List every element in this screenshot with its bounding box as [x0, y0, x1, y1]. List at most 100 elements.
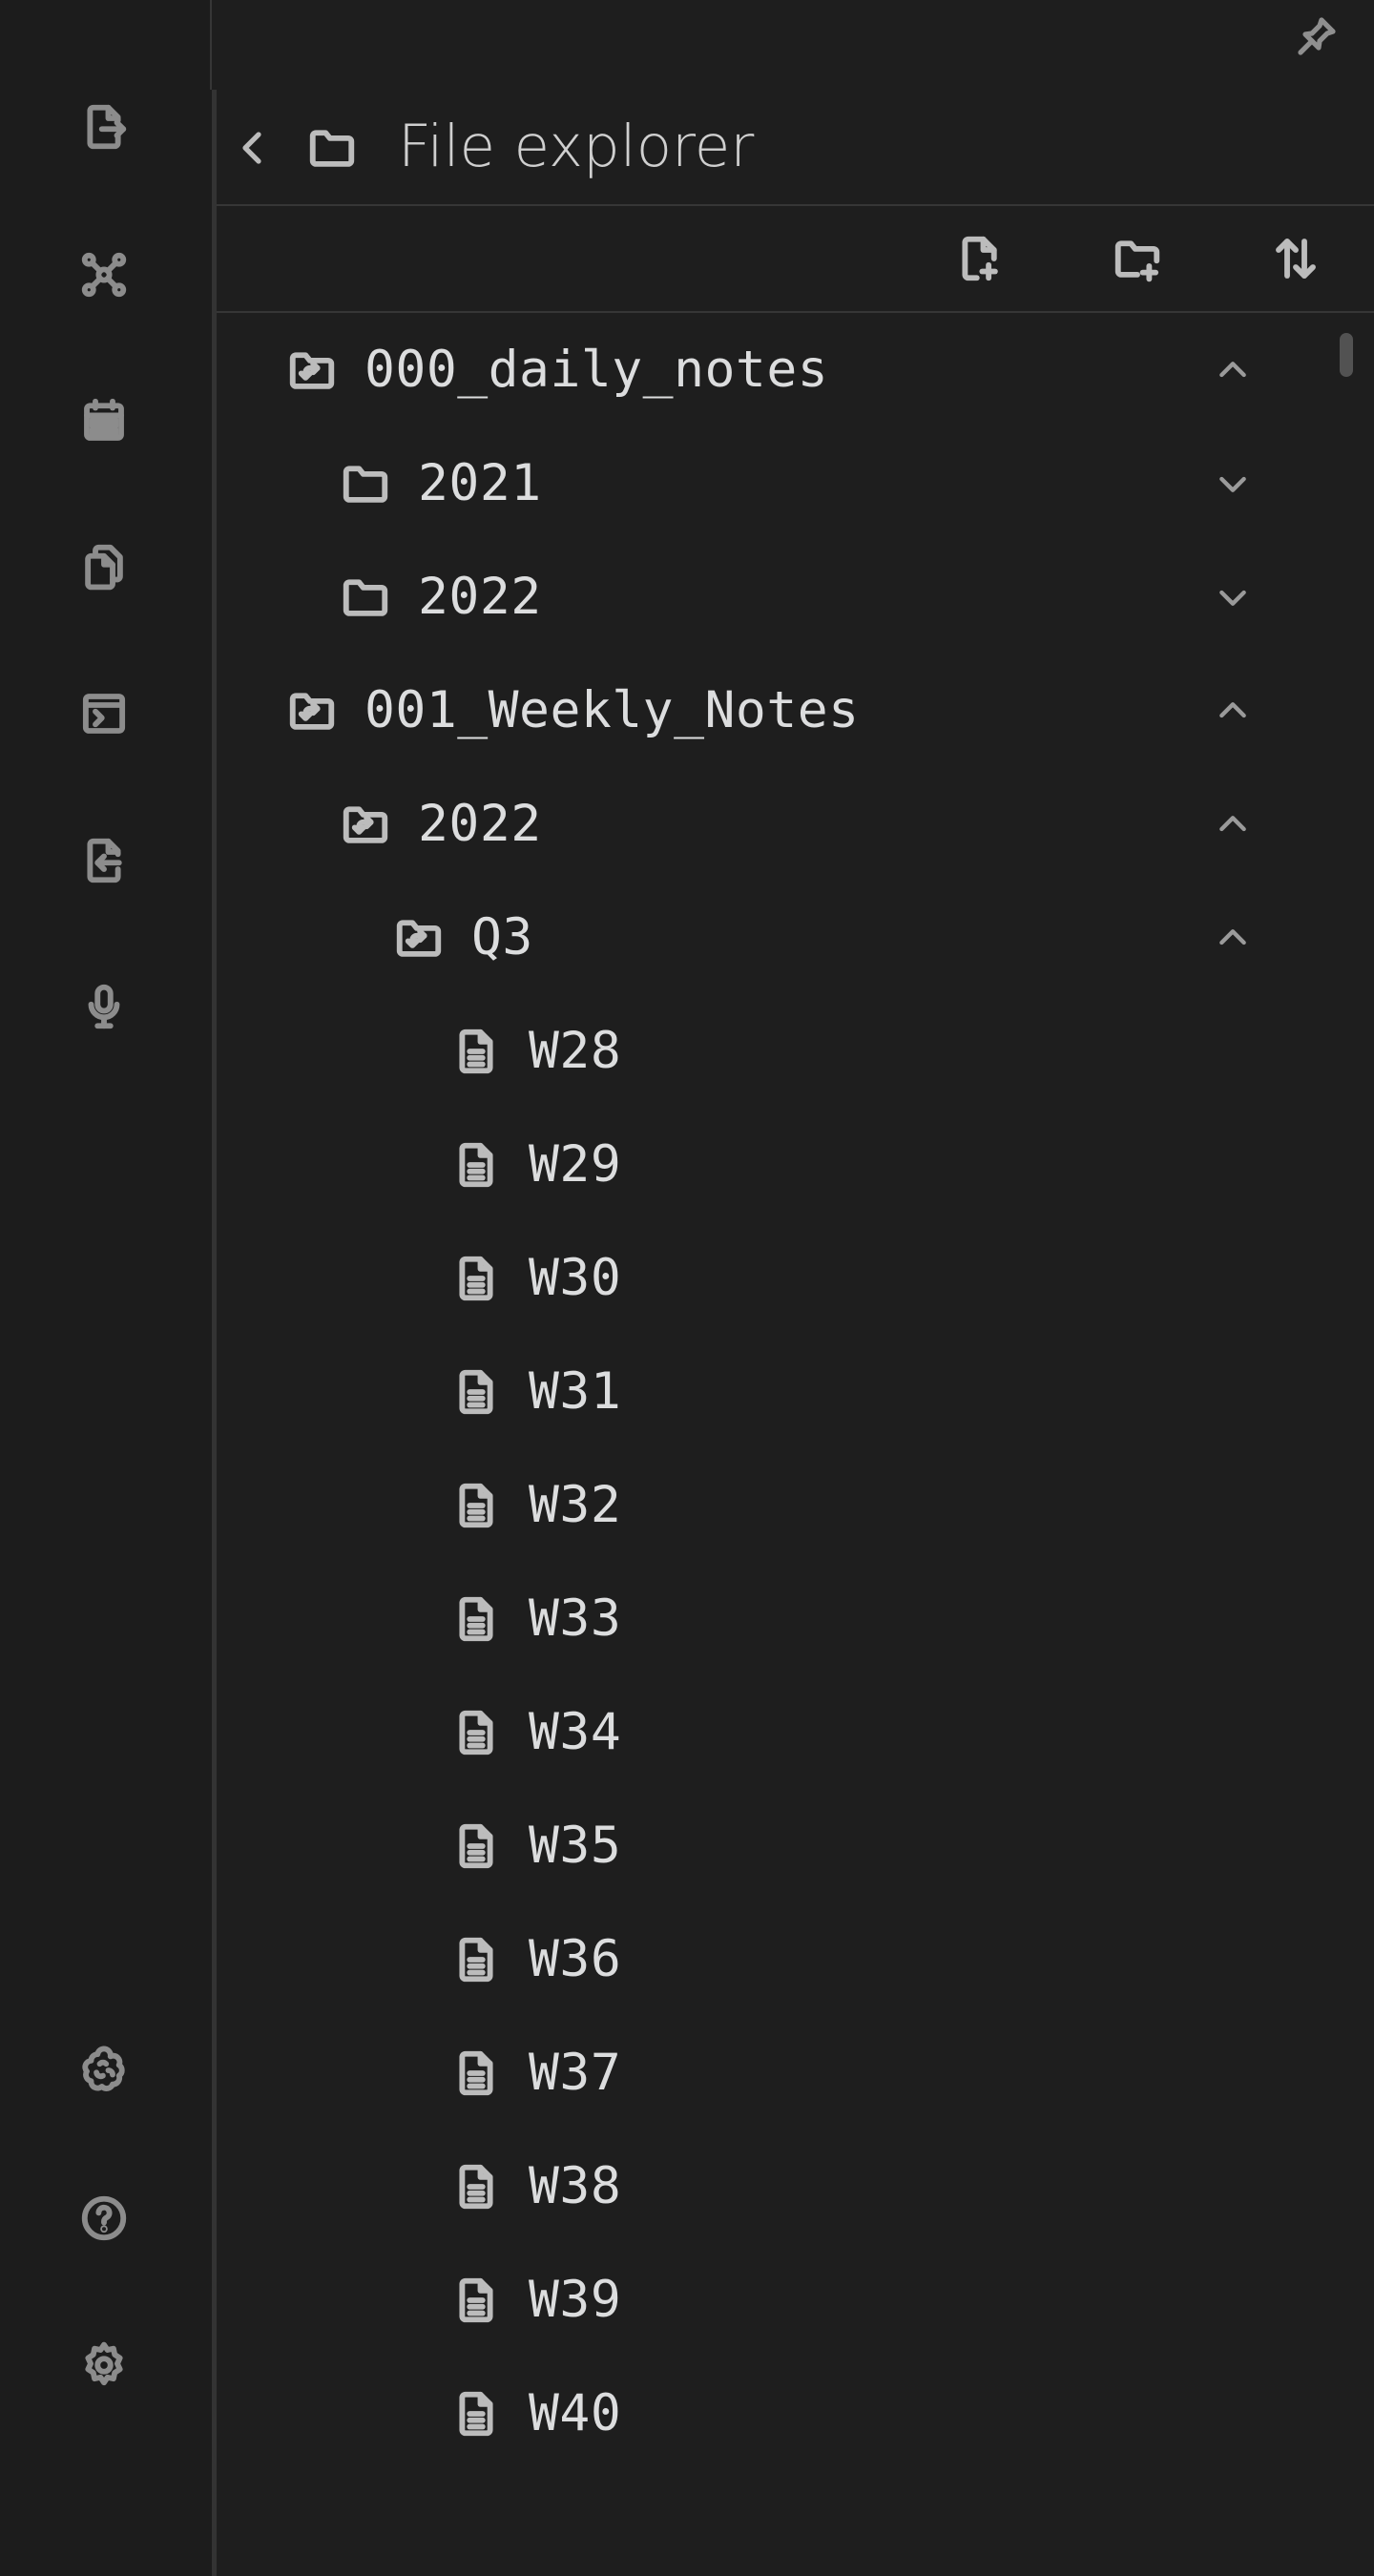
tree-item-label: W29 — [529, 1135, 622, 1194]
chevron-down-icon[interactable] — [1214, 465, 1252, 503]
tree-file-item[interactable]: W31 — [217, 1337, 1343, 1447]
file-icon — [450, 1139, 502, 1191]
file-import-icon — [87, 838, 122, 883]
folder-icon — [301, 116, 364, 179]
tree-file-item[interactable]: W33 — [217, 1564, 1343, 1674]
tree-folder-item[interactable]: Q3 — [217, 883, 1343, 993]
folder-open-icon — [286, 344, 338, 396]
ribbon-templates[interactable] — [73, 535, 135, 598]
tree-item-label: 2022 — [418, 568, 542, 626]
calendar-icon — [84, 398, 124, 441]
ribbon-divider — [210, 0, 212, 90]
tree-item-label: W38 — [529, 2157, 622, 2215]
new-folder-icon — [1114, 240, 1160, 282]
tree-item-label: W39 — [529, 2271, 622, 2329]
file-icon — [450, 2161, 502, 2212]
tree-file-item[interactable]: W35 — [217, 1791, 1343, 1901]
chevron-up-icon[interactable] — [1214, 351, 1252, 389]
pin-icon[interactable] — [1288, 8, 1345, 65]
tree-folder-item[interactable]: 2022 — [217, 769, 1343, 880]
chevron-down-icon[interactable] — [1214, 578, 1252, 616]
ribbon-daily-note[interactable] — [73, 389, 135, 452]
tree-file-item[interactable]: W37 — [217, 2018, 1343, 2129]
scrollbar-thumb[interactable] — [1340, 333, 1353, 377]
folder-open-icon — [340, 799, 391, 850]
file-tree: 000_daily_notes 2021 2022 001_Weekly_Notes 2… — [217, 315, 1374, 2576]
ribbon-command-palette[interactable] — [73, 682, 135, 745]
ribbon-open-quick-switcher[interactable] — [73, 95, 135, 158]
gear-icon — [85, 2341, 123, 2386]
file-icon — [450, 2388, 502, 2440]
graph-view-icon — [81, 252, 127, 298]
file-icon — [450, 1026, 502, 1077]
tree-item-label: Q3 — [471, 908, 533, 966]
new-note-button[interactable] — [947, 227, 1010, 290]
chevron-up-icon[interactable] — [1214, 919, 1252, 957]
page-title: File explorer — [398, 113, 755, 180]
app-window: File explorer 000_daily_notes 2021 2022 001… — [0, 0, 1374, 2576]
chevron-up-icon[interactable] — [1214, 692, 1252, 730]
folder-open-icon — [393, 912, 445, 964]
left-ribbon — [0, 0, 212, 2576]
terminal-window-icon — [82, 694, 126, 734]
tree-item-label: 000_daily_notes — [364, 341, 829, 399]
ribbon-audio-recorder[interactable] — [73, 975, 135, 1038]
ribbon-vault-switch[interactable] — [73, 2039, 135, 2102]
file-icon — [450, 1253, 502, 1304]
tree-file-item[interactable]: W38 — [217, 2131, 1343, 2242]
tree-file-item[interactable]: W28 — [217, 996, 1343, 1107]
ribbon-graph-view[interactable] — [73, 243, 135, 306]
file-icon — [450, 1593, 502, 1645]
tree-item-label: W36 — [529, 1930, 622, 1988]
tree-file-item[interactable]: W34 — [217, 1677, 1343, 1788]
folder-icon — [340, 458, 391, 509]
tree-item-label: W40 — [529, 2384, 622, 2442]
tree-file-item[interactable]: W36 — [217, 1904, 1343, 2015]
tree-file-item[interactable]: W39 — [217, 2245, 1343, 2356]
tree-item-label: W28 — [529, 1022, 622, 1080]
sort-button[interactable] — [1264, 227, 1327, 290]
folder-icon — [340, 571, 391, 623]
brain-icon — [82, 2046, 125, 2091]
microphone-icon — [88, 984, 120, 1029]
tree-file-item[interactable]: W32 — [217, 1450, 1343, 1561]
chevron-left-icon[interactable] — [226, 116, 280, 179]
sort-icon — [1276, 239, 1316, 279]
ribbon-import[interactable] — [73, 829, 135, 892]
copy-files-icon — [85, 544, 123, 591]
tree-item-label: W37 — [529, 2044, 622, 2102]
tree-item-label: 2021 — [418, 454, 542, 512]
tree-item-label: W30 — [529, 1249, 622, 1307]
new-note-icon — [962, 236, 998, 281]
file-icon — [450, 1366, 502, 1418]
tree-folder-item[interactable]: 001_Weekly_Notes — [217, 655, 1343, 766]
file-export-icon — [87, 104, 127, 150]
file-icon — [450, 1480, 502, 1531]
file-icon — [450, 1820, 502, 1872]
ribbon-settings[interactable] — [73, 2334, 135, 2397]
panel-header: File explorer — [217, 90, 1374, 206]
tree-item-label: W31 — [529, 1362, 622, 1421]
tree-item-label: 2022 — [418, 795, 542, 853]
tree-file-item[interactable]: W40 — [217, 2358, 1343, 2469]
tree-file-item[interactable]: W30 — [217, 1223, 1343, 1334]
folder-open-icon — [286, 685, 338, 737]
tree-folder-item[interactable]: 2021 — [217, 428, 1343, 539]
new-folder-button[interactable] — [1106, 227, 1169, 290]
file-explorer-toolbar — [217, 206, 1374, 313]
tree-folder-item[interactable]: 2022 — [217, 542, 1343, 653]
tree-folder-item[interactable]: 000_daily_notes — [217, 315, 1343, 426]
chevron-up-icon[interactable] — [1214, 805, 1252, 843]
help-circle-icon — [81, 2195, 127, 2241]
tree-item-label: W35 — [529, 1817, 622, 1875]
tree-item-label: W34 — [529, 1703, 622, 1761]
tree-item-label: 001_Weekly_Notes — [364, 681, 860, 739]
ribbon-help[interactable] — [73, 2187, 135, 2250]
file-icon — [450, 1934, 502, 1985]
file-icon — [450, 1707, 502, 1758]
file-icon — [450, 2275, 502, 2326]
tree-file-item[interactable]: W29 — [217, 1110, 1343, 1220]
tree-item-label: W33 — [529, 1589, 622, 1648]
tree-item-label: W32 — [529, 1476, 622, 1534]
file-icon — [450, 2047, 502, 2099]
